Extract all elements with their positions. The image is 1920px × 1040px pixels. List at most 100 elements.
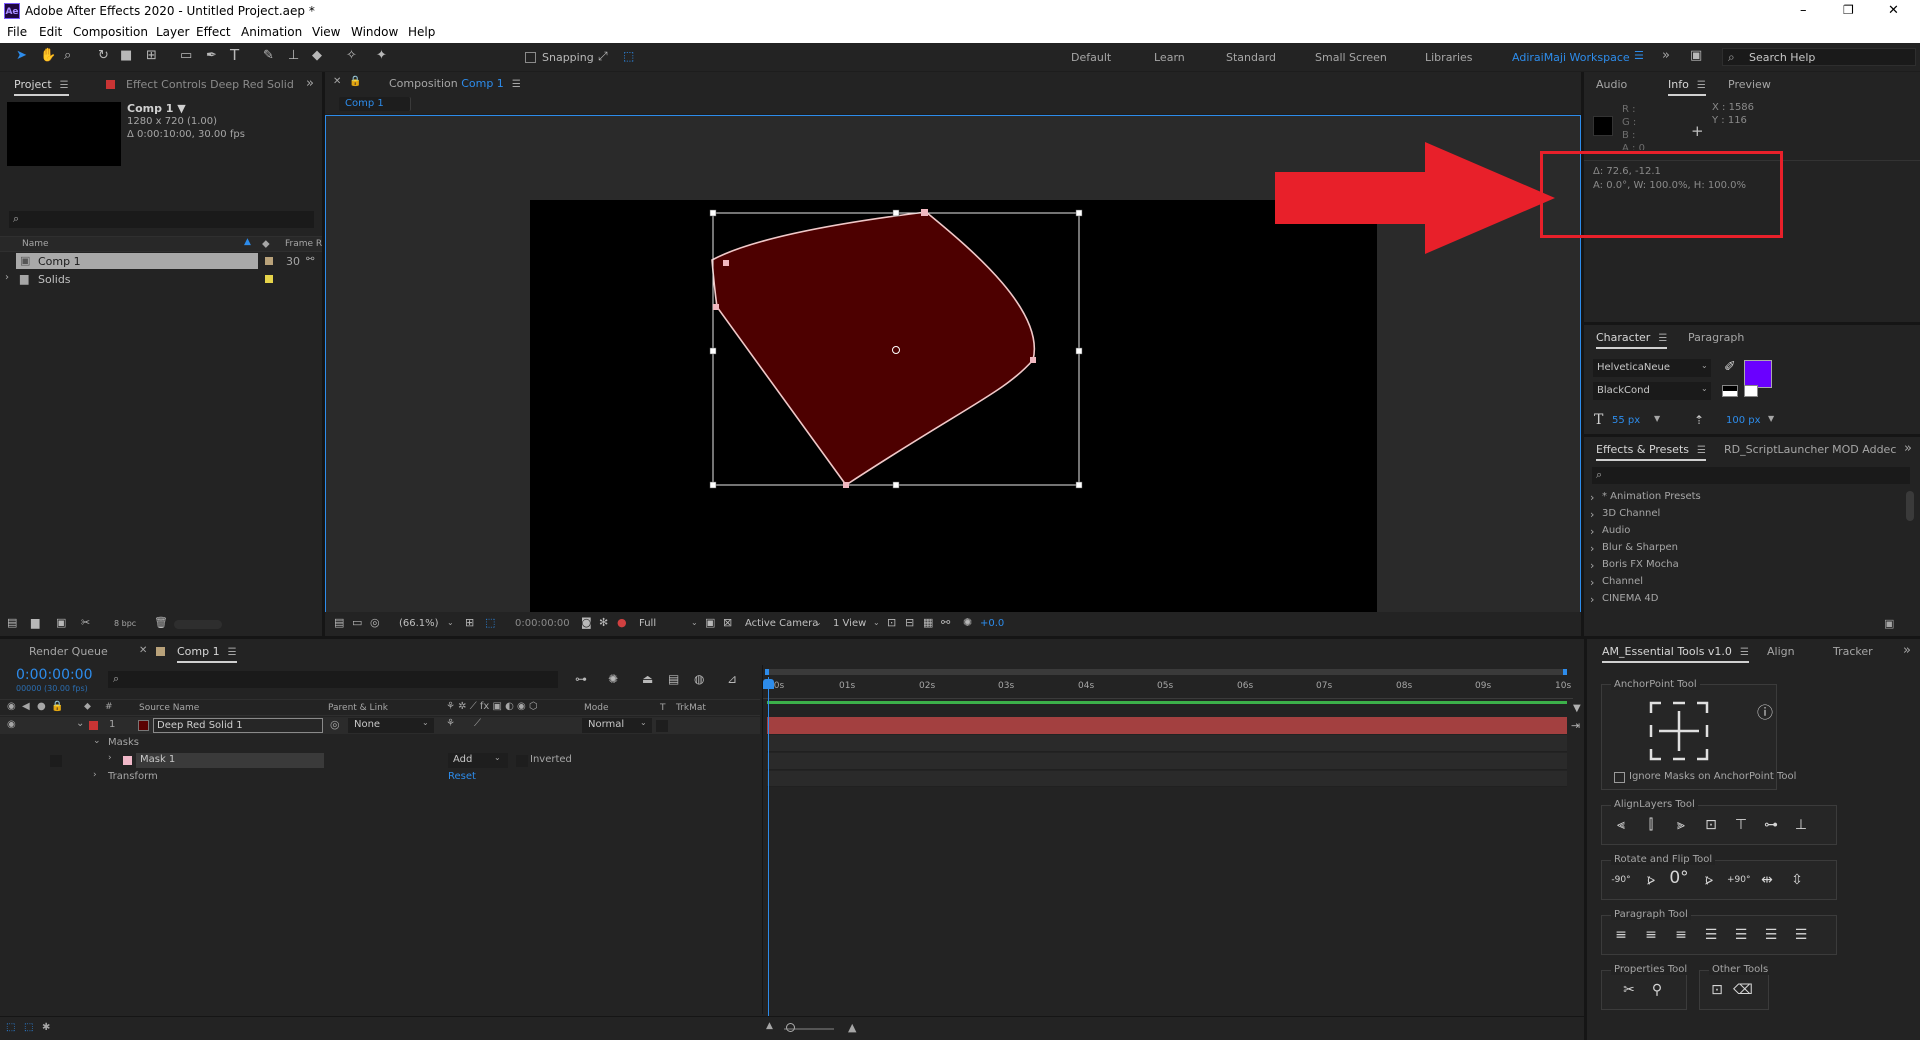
tracking-value[interactable]: 100 px [1726, 415, 1761, 426]
timeline-icon[interactable]: ▦ [923, 617, 933, 628]
tab-effect-controls[interactable]: Effect Controls Deep Red Solid [126, 78, 294, 91]
expand-timing-icon[interactable]: ✱ [42, 1022, 50, 1033]
justify-all-icon[interactable]: ☰ [1791, 925, 1811, 945]
mask-row[interactable]: › Mask 1 Add ⌄ Inverted [0, 752, 760, 769]
link-properties-icon[interactable]: ⚲ [1647, 980, 1667, 1000]
col-source-name[interactable]: Source Name [139, 703, 199, 713]
chevron-down-icon[interactable]: ▼ [1768, 414, 1774, 423]
shy-switch-icon[interactable]: ⚘ [446, 718, 455, 729]
view-layout-dropdown[interactable]: 1 View [833, 618, 866, 629]
col-name[interactable]: Name [22, 239, 49, 249]
expand-arrow-icon[interactable]: › [93, 770, 97, 780]
channel-icon[interactable]: ● [617, 617, 627, 628]
project-search-field[interactable]: ⌕ [9, 211, 314, 228]
frame-blending-icon[interactable]: ▤ [668, 673, 679, 685]
tab-render-queue[interactable]: Render Queue [29, 645, 108, 658]
interpret-footage-icon[interactable]: ▤ [7, 617, 17, 628]
eyedropper-icon[interactable]: ✐ [1724, 359, 1736, 375]
eraser-icon[interactable]: ⌫ [1733, 980, 1753, 1000]
resolution-dropdown[interactable]: Full [639, 618, 656, 629]
menu-animation[interactable]: Animation [241, 25, 302, 39]
roto-brush-tool-icon[interactable]: ✧ [346, 49, 357, 62]
show-snapshot-icon[interactable]: ✻ [599, 617, 608, 628]
clone-stamp-tool-icon[interactable]: ⊥ [288, 49, 299, 62]
fast-preview-icon[interactable]: ⊟ [905, 617, 914, 628]
adjust-settings-icon[interactable]: ✂ [81, 617, 90, 628]
col-parent-link[interactable]: Parent & Link [328, 703, 388, 713]
workspace-learn[interactable]: Learn [1154, 51, 1185, 64]
project-scrollbar[interactable] [174, 620, 222, 629]
align-top-icon[interactable]: ⊤ [1731, 815, 1751, 835]
col-t[interactable]: T [660, 703, 666, 713]
align-vcenter-icon[interactable]: ⊶ [1761, 815, 1781, 835]
rotate-angle-icon[interactable]: ⦠ [1641, 870, 1661, 890]
hand-tool-icon[interactable]: ✋ [40, 49, 56, 62]
close-button[interactable]: ✕ [1888, 3, 1899, 18]
zoom-tool-icon[interactable]: ⌕ [64, 49, 71, 62]
mask-visibility-icon[interactable]: ⬚ [485, 617, 495, 628]
tab-audio[interactable]: Audio [1596, 78, 1627, 91]
workspace-libraries[interactable]: Libraries [1425, 51, 1473, 64]
menu-view[interactable]: View [312, 25, 340, 39]
screenshot-icon[interactable]: ⊡ [1707, 980, 1727, 1000]
mask-color-chip[interactable] [123, 756, 132, 765]
justify-last-right-icon[interactable]: ☰ [1761, 925, 1781, 945]
color-depth-label[interactable]: 8 bpc [114, 619, 136, 628]
expand-arrow-icon[interactable]: › [108, 753, 112, 763]
exposure-reset-icon[interactable]: ✺ [963, 617, 972, 628]
anchorpoint-grid-icon[interactable] [1649, 701, 1709, 761]
effects-category[interactable]: › Channel [1584, 574, 1920, 591]
tab-rd-scriptlauncher[interactable]: RD_ScriptLauncher MOD Addec [1724, 443, 1896, 456]
font-family-dropdown[interactable]: HelveticaNeue ⌄ [1593, 359, 1711, 377]
motion-blur-icon[interactable]: ◍ [694, 673, 704, 685]
vr-icon[interactable]: ◎ [370, 617, 380, 628]
project-item-solids[interactable]: › ▆ Solids [0, 271, 322, 287]
masks-group-row[interactable]: ⌄ Masks [0, 735, 760, 752]
menu-window[interactable]: Window [351, 25, 398, 39]
inverted-checkbox[interactable] [516, 755, 528, 767]
effects-category[interactable]: › * Animation Presets [1584, 489, 1920, 506]
timeline-tracks[interactable]: 00s 01s 02s 03s 04s 05s 06s 07s 08s 09s … [762, 665, 1584, 1017]
eraser-tool-icon[interactable]: ◆ [312, 49, 322, 62]
effects-category[interactable]: › Boris FX Mocha [1584, 557, 1920, 574]
tab-tracker[interactable]: Tracker [1833, 645, 1873, 658]
mode-dropdown[interactable]: Normal ⌄ [582, 718, 652, 733]
always-preview-icon[interactable]: ▤ [334, 617, 344, 628]
justify-last-center-icon[interactable]: ☰ [1731, 925, 1751, 945]
ignore-masks-checkbox[interactable] [1614, 772, 1625, 783]
snapshot-icon[interactable]: ◙ [581, 617, 592, 628]
flowchart-icon[interactable]: ⚯ [306, 254, 314, 265]
font-style-dropdown[interactable]: BlackCond ⌄ [1593, 382, 1711, 400]
expand-arrow-icon[interactable]: ⌄ [93, 736, 101, 746]
align-text-left-icon[interactable]: ≡ [1611, 925, 1631, 945]
zoom-slider-thumb[interactable] [786, 1023, 795, 1032]
monitor-icon[interactable]: ▭ [352, 617, 362, 628]
effects-scrollbar[interactable] [1906, 491, 1914, 521]
menu-help[interactable]: Help [408, 25, 435, 39]
comp-button-icon[interactable]: ▼ [1573, 703, 1581, 714]
zoom-dropdown[interactable]: (66.1%) [399, 618, 439, 629]
new-folder-icon[interactable]: ▆ [31, 617, 39, 628]
align-hcenter-icon[interactable]: ⫿ [1641, 815, 1661, 835]
delete-icon[interactable]: 🗑 [154, 617, 168, 628]
flip-vertical-icon[interactable]: ⇳ [1787, 870, 1807, 890]
flip-horizontal-icon[interactable]: ⇹ [1757, 870, 1777, 890]
puppet-tool-icon[interactable]: ✦ [376, 49, 387, 62]
effects-search-field[interactable]: ⌕ [1592, 467, 1910, 484]
panel-overflow-icon[interactable]: » [306, 76, 314, 91]
menu-composition[interactable]: Composition [73, 25, 148, 39]
comp-marker-icon[interactable]: ⇥ [1571, 719, 1580, 732]
expand-arrow-icon[interactable]: › [5, 272, 9, 283]
col-trkmat[interactable]: TrkMat [676, 703, 706, 713]
mask-name[interactable]: Mask 1 [140, 754, 175, 765]
justify-last-left-icon[interactable]: ☰ [1701, 925, 1721, 945]
snap-edges-icon[interactable]: ⤢ [598, 50, 608, 62]
graph-editor-icon[interactable]: ⊿ [727, 673, 737, 685]
expand-arrow-icon[interactable]: ⌄ [76, 718, 84, 729]
col-frame-rate[interactable]: Frame R. [285, 239, 325, 249]
type-tool-icon[interactable]: T [230, 48, 239, 63]
pan-behind-tool-icon[interactable]: ⊞ [146, 49, 157, 62]
tab-comp-1[interactable]: Comp 1 ☰ [177, 645, 237, 663]
workspace-menu-icon[interactable]: ☰ [1634, 49, 1644, 62]
workspace-overflow-icon[interactable]: » [1662, 48, 1670, 63]
